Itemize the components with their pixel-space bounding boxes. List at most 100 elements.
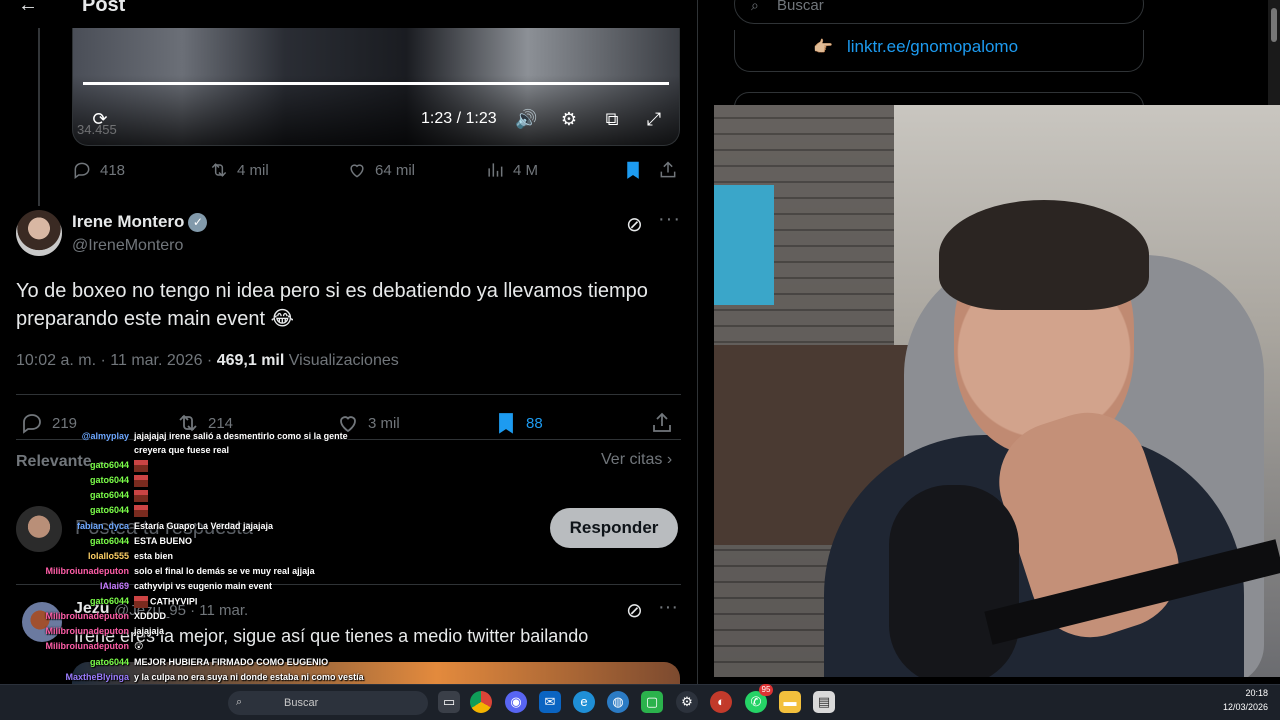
- app-red-icon[interactable]: ◐: [710, 691, 732, 713]
- discord-icon[interactable]: ◉: [505, 691, 527, 713]
- chat-username: Milibroiunadeputon: [45, 641, 130, 651]
- tweet-share-action[interactable]: [650, 411, 674, 435]
- notification-badge: 95: [759, 684, 773, 696]
- right-sidebar: ⌕ Buscar linktr.ee/gnomopalomo 👉🏼: [698, 0, 1280, 122]
- task-view-icon[interactable]: ▭: [438, 691, 460, 713]
- repost-icon: [211, 163, 227, 177]
- profile-link[interactable]: linktr.ee/gnomopalomo: [847, 37, 1018, 57]
- taskbar: ⌕ Buscar ▭ ◉ ✉ e ◍ ▢ ⚙ ◐ ✆ ▬ ▤: [0, 684, 1280, 720]
- stream-chat-overlay: @almyplay jajajajaj irene salió a desment…: [0, 428, 420, 718]
- views-icon: [488, 163, 503, 177]
- chat-username: gato6044: [89, 536, 129, 546]
- repost-action[interactable]: 4 mil: [209, 160, 269, 180]
- folder-icon[interactable]: ▬: [779, 691, 801, 713]
- search-input[interactable]: Buscar: [777, 0, 824, 14]
- chat-username: lolallo555: [87, 551, 129, 561]
- chat-username: @almyplay: [81, 431, 129, 441]
- chat-emote-icon: [134, 505, 148, 517]
- replay-icon[interactable]: ⟳: [89, 108, 111, 130]
- chat-message-text: ESTA BUENO: [134, 536, 193, 546]
- bookmark-icon: [627, 161, 639, 179]
- chat-username: Milibroiunadeputon: [45, 626, 130, 636]
- back-arrow-icon[interactable]: ←: [18, 0, 38, 17]
- grok-icon[interactable]: ⊘: [626, 598, 643, 623]
- chat-username: fabian_dyca: [76, 521, 129, 531]
- author-avatar[interactable]: [16, 210, 62, 256]
- more-options-icon[interactable]: ···: [658, 596, 678, 619]
- app-icon[interactable]: ▢: [641, 691, 663, 713]
- search-box[interactable]: ⌕ Buscar: [734, 0, 1144, 24]
- chat-message: [134, 505, 150, 517]
- share-action[interactable]: [658, 160, 678, 180]
- thread-line: [38, 28, 40, 206]
- taskbar-search[interactable]: ⌕ Buscar: [228, 691, 428, 715]
- search-icon: ⌕: [751, 0, 759, 13]
- chat-message: cathyvipi vs eugenio main event: [134, 581, 272, 592]
- chevron-right-icon: ›: [666, 451, 673, 468]
- chat-emote-icon: [134, 490, 148, 502]
- reply-button[interactable]: Responder: [550, 508, 678, 548]
- chat-emote-icon: [134, 460, 148, 472]
- like-count: 64 mil: [375, 161, 416, 179]
- reply-action[interactable]: 418: [72, 160, 125, 180]
- chat-username: MaxtheBlyinga: [65, 672, 129, 682]
- like-action[interactable]: 64 mil: [347, 160, 415, 180]
- tweet-bookmark-action[interactable]: 88: [494, 411, 543, 435]
- edge-icon[interactable]: e: [573, 691, 595, 713]
- mail-icon[interactable]: ✉: [539, 691, 561, 713]
- chat-message-text: cathyvipi vs eugenio main event: [134, 581, 273, 591]
- chat-username: lAlai69: [99, 581, 129, 591]
- chat-username: gato6044: [89, 490, 129, 500]
- chat-message-text: esta bien: [134, 551, 174, 561]
- chat-message-text: solo el final lo demás se ve muy real aj…: [134, 566, 315, 576]
- repost-count: 4 mil: [237, 161, 269, 179]
- chat-emote-icon: [134, 596, 148, 608]
- chat-message: jajajajaj irene salió a desmentirlo como…: [134, 431, 348, 442]
- chat-username: gato6044: [89, 505, 129, 515]
- chat-message: ESTA BUENO: [134, 536, 192, 547]
- clock-time[interactable]: 20:18: [1240, 688, 1268, 698]
- chat-message: CATHYVIPI: [134, 596, 197, 608]
- settings-icon[interactable]: ⚙: [558, 108, 580, 130]
- video-player[interactable]: 34.455 ⟳ 1:23 / 1:23 🔊 ⚙ ⧉ ⤢: [72, 28, 680, 146]
- search-icon: ⌕: [236, 696, 243, 708]
- tweet-timestamp[interactable]: 10:02 a. m. · 11 mar. 2026 ·: [16, 352, 217, 369]
- more-options-icon[interactable]: ···: [658, 208, 681, 231]
- chat-message: creyera que fuese real: [134, 445, 229, 456]
- share-icon: [653, 412, 671, 432]
- chrome-icon[interactable]: [470, 691, 492, 713]
- globe-icon[interactable]: ◍: [607, 691, 629, 713]
- view-quotes-link[interactable]: Ver citas ›: [601, 451, 672, 469]
- clock-date[interactable]: 12/03/2026: [1214, 702, 1268, 712]
- profile-card: linktr.ee/gnomopalomo 👉🏼: [734, 30, 1144, 72]
- pointing-hand-icon: 👉🏼: [813, 39, 833, 56]
- scrollbar-thumb[interactable]: [1271, 8, 1277, 42]
- author-name-row[interactable]: Irene Montero ✓: [72, 212, 208, 232]
- chat-message: [134, 460, 150, 472]
- chat-message: jajajaja: [134, 626, 164, 637]
- webcam-overlay: [714, 105, 1280, 677]
- volume-icon[interactable]: 🔊: [515, 108, 537, 130]
- fullscreen-icon[interactable]: ⤢: [643, 108, 665, 130]
- app-doc-icon[interactable]: ▤: [813, 691, 835, 713]
- bookmark-icon: [499, 413, 513, 434]
- divider: [16, 394, 681, 395]
- chat-username: Milibroiunadeputon: [45, 566, 130, 576]
- chat-message-text: Estaría Guapo La Verdad jajajaja: [134, 521, 274, 531]
- pip-icon[interactable]: ⧉: [601, 108, 623, 130]
- chat-username: gato6044: [89, 460, 129, 470]
- grok-icon[interactable]: ⊘: [626, 212, 648, 236]
- video-shade: [73, 75, 679, 145]
- author-handle[interactable]: @IreneMontero: [72, 237, 183, 255]
- views-action[interactable]: 4 M: [485, 160, 538, 180]
- taskbar-search-label: Buscar: [284, 697, 319, 709]
- bookmark-action[interactable]: [623, 160, 643, 180]
- settings-icon[interactable]: ⚙: [676, 691, 698, 713]
- chat-username: gato6044: [89, 657, 129, 667]
- view-quotes-label: Ver citas: [601, 451, 663, 468]
- chat-message: 😲: [134, 641, 143, 652]
- streamer-hair: [939, 200, 1149, 310]
- chat-message: esta bien: [134, 551, 173, 562]
- chat-message-text: y la culpa no era suya ni donde estaba n…: [134, 672, 364, 682]
- video-progress-bar[interactable]: [83, 82, 669, 85]
